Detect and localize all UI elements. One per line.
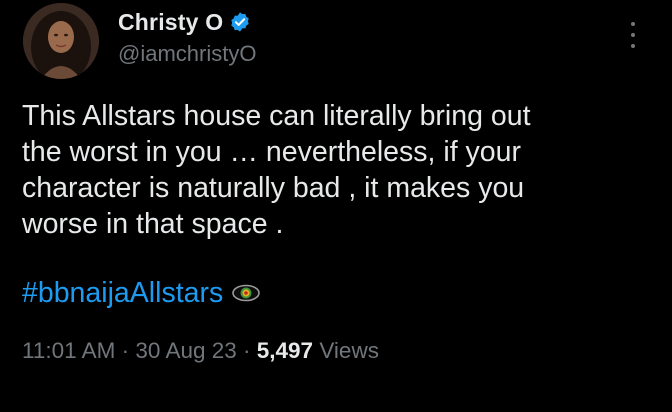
- tweet-text-line: character is naturally bad , it makes yo…: [22, 172, 525, 204]
- tweet-time[interactable]: 11:01 AM: [22, 338, 115, 363]
- meta-separator: ·: [236, 338, 257, 363]
- tweet-text-line: This Allstars house can literally bring …: [22, 100, 531, 132]
- tweet-text: This Allstars house can literally bring …: [22, 98, 662, 242]
- tweet-card: Christy O @iamchristyO This Allstars hou…: [0, 0, 672, 412]
- bbnaija-eye-icon: [231, 283, 261, 303]
- hashtag-link[interactable]: #bbnaijaAllstars: [22, 277, 223, 310]
- display-name[interactable]: Christy O: [118, 9, 223, 36]
- views-count: 5,497: [256, 338, 314, 363]
- tweet-text-line: the worst in you … nevertheless, if your: [22, 136, 521, 168]
- hashtag-row: #bbnaijaAllstars: [22, 277, 261, 310]
- more-vertical-icon[interactable]: [624, 22, 642, 48]
- tweet-text-line: worse in that space .: [22, 208, 284, 240]
- author-handle[interactable]: @iamchristyO: [118, 41, 256, 67]
- meta-separator: ·: [115, 338, 136, 363]
- verified-badge-icon: [229, 11, 251, 33]
- avatar[interactable]: [23, 3, 99, 79]
- tweet-date[interactable]: 30 Aug 23: [135, 338, 236, 363]
- author-name-row[interactable]: Christy O: [118, 6, 251, 38]
- tweet-meta: 11:01 AM · 30 Aug 23 · 5,497 Views: [22, 338, 379, 364]
- views-label: Views: [313, 338, 379, 363]
